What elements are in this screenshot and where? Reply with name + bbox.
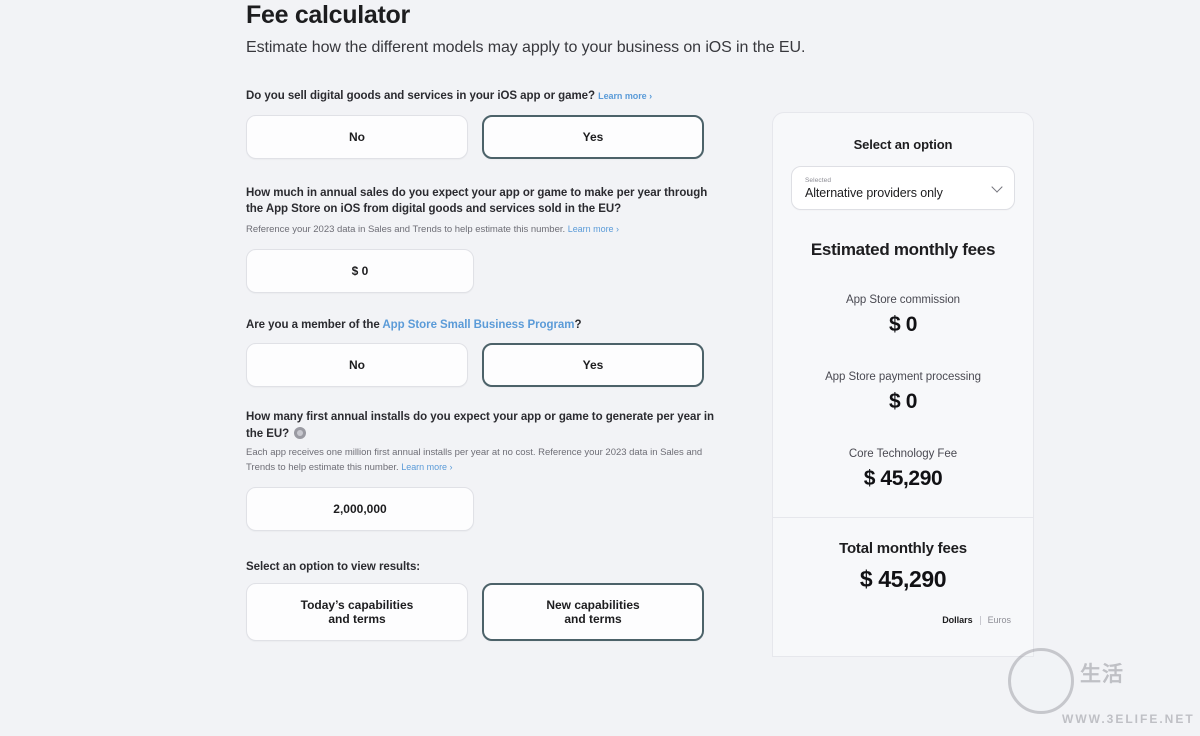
fee-calculator-page: Fee calculator Estimate how the differen… <box>0 0 1200 736</box>
digital-goods-yes-button[interactable]: Yes <box>482 114 704 159</box>
question-first-annual-installs-help: Each app receives one million first annu… <box>246 446 716 475</box>
fee-value-core-technology-fee: $ 45,290 <box>863 467 943 490</box>
info-icon[interactable] <box>294 426 307 439</box>
annual-sales-input[interactable]: $ 0 <box>246 248 474 293</box>
question-annual-sales-help: Reference your 2023 data in Sales and Tr… <box>246 222 716 237</box>
first-annual-installs-input[interactable]: 2,000,000 <box>246 487 474 531</box>
total-monthly-fees-value: $ 45,290 <box>859 566 947 592</box>
results-option-selector-label: Select an option to view results: <box>246 561 421 573</box>
option-dropdown-label: Selected <box>805 176 832 184</box>
question-digital-goods: Do you sell digital goods and services i… <box>246 88 716 159</box>
results-panel: Select an option Selected Alternative pr… <box>772 112 1034 657</box>
question-small-business-program-label: Are you a member of the App Store Small … <box>246 317 716 334</box>
fee-value-app-store-commission: $ 0 <box>889 313 917 336</box>
fee-row-payment-processing: App Store payment processing $ 0 <box>791 371 1015 414</box>
new-capabilities-line1: New capabilities <box>546 598 640 612</box>
option-dropdown[interactable]: Selected Alternative providers only <box>791 166 1015 210</box>
fee-row-app-store-commission: App Store commission $ 0 <box>791 294 1015 337</box>
question-digital-goods-options: No Yes <box>246 114 716 159</box>
today-capabilities-button[interactable]: Today’s capabilities and terms <box>246 583 468 641</box>
watermark-text: 生活 <box>1080 663 1124 686</box>
total-monthly-fees-title: Total monthly fees <box>839 540 967 557</box>
select-option-title: Select an option <box>853 137 953 152</box>
question-annual-sales-label: How much in annual sales do you expect y… <box>246 186 708 216</box>
question-digital-goods-text: Do you sell digital goods and services i… <box>246 90 595 102</box>
fee-name-core-technology-fee: Core Technology Fee <box>848 448 958 460</box>
learn-more-link-q1[interactable]: Learn more › <box>598 91 652 101</box>
fee-calculator-form: Do you sell digital goods and services i… <box>246 88 716 641</box>
question-first-annual-installs-label: How many first annual installs do you ex… <box>246 409 716 442</box>
question-first-annual-installs: How many first annual installs do you ex… <box>246 409 716 531</box>
currency-option-euros[interactable]: Euros <box>988 615 1011 625</box>
small-business-program-link[interactable]: App Store Small Business Program <box>382 319 574 331</box>
currency-option-dollars[interactable]: Dollars <box>942 615 972 625</box>
fee-row-core-technology-fee: Core Technology Fee $ 45,290 <box>791 448 1015 491</box>
page-header: Fee calculator Estimate how the differen… <box>246 0 966 58</box>
question-small-business-program: Are you a member of the App Store Small … <box>246 317 716 387</box>
fee-name-app-store-commission: App Store commission <box>845 294 961 306</box>
small-business-yes-button[interactable]: Yes <box>482 343 704 387</box>
small-business-no-button[interactable]: No <box>246 343 468 387</box>
results-option-selector: Select an option to view results: Today’… <box>246 561 716 641</box>
chevron-down-icon[interactable] <box>991 181 1003 193</box>
page-subtitle: Estimate how the different models may ap… <box>246 39 806 56</box>
question-annual-sales-help-text: Reference your 2023 data in Sales and Tr… <box>246 223 566 235</box>
watermark-logo-icon <box>1008 648 1074 714</box>
learn-more-link-q2[interactable]: Learn more › <box>568 224 619 234</box>
question-first-annual-installs-help-text: Each app receives one million first annu… <box>246 447 703 473</box>
currency-separator <box>979 615 981 625</box>
sbp-label-prefix: Are you a member of the <box>246 318 383 331</box>
option-dropdown-value: Alternative providers only <box>805 185 943 200</box>
today-capabilities-line1: Today’s capabilities <box>300 598 414 612</box>
new-capabilities-button[interactable]: New capabilities and terms <box>482 583 704 641</box>
watermark-subtext: WWW.3ELIFE.NET <box>1062 712 1195 726</box>
question-digital-goods-label: Do you sell digital goods and services i… <box>246 88 716 105</box>
estimated-monthly-fees-title: Estimated monthly fees <box>810 240 996 259</box>
question-first-annual-installs-text: How many first annual installs do you ex… <box>246 411 715 440</box>
fee-value-payment-processing: $ 0 <box>889 390 917 413</box>
learn-more-link-q4[interactable]: Learn more › <box>401 462 452 472</box>
today-capabilities-line2: and terms <box>328 612 386 626</box>
fee-name-payment-processing: App Store payment processing <box>825 371 981 383</box>
page-title: Fee calculator <box>246 1 410 29</box>
total-card: Total monthly fees $ 45,290 Dollars Euro… <box>772 517 1034 657</box>
results-card: Select an option Selected Alternative pr… <box>772 112 1034 517</box>
sbp-label-suffix: ? <box>574 318 582 331</box>
question-small-business-program-options: No Yes <box>246 343 716 387</box>
new-capabilities-line2: and terms <box>564 612 622 626</box>
digital-goods-no-button[interactable]: No <box>246 114 468 159</box>
results-option-buttons: Today’s capabilities and terms New capab… <box>246 583 716 641</box>
currency-toggle: Dollars Euros <box>791 615 1015 625</box>
question-annual-sales: How much in annual sales do you expect y… <box>246 185 716 293</box>
